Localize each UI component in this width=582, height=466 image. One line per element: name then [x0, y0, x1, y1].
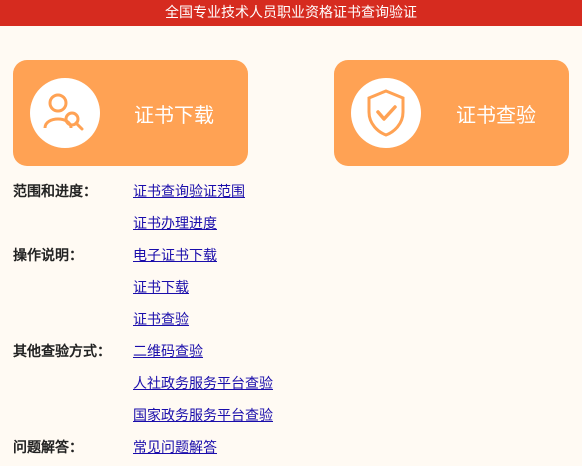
list-item: 国家政务服务平台查验 — [13, 402, 573, 434]
page-header: 全国专业技术人员职业资格证书查询验证 — [0, 0, 582, 26]
section-label-operations: 操作说明： — [13, 248, 83, 264]
user-search-icon — [30, 78, 100, 148]
list-item: 范围和进度： 证书查询验证范围 — [13, 178, 573, 210]
certificate-verify-card[interactable]: 证书查验 — [334, 60, 569, 166]
list-item: 证书查验 — [13, 306, 573, 338]
list-item: 操作说明： 电子证书下载 — [13, 242, 573, 274]
section-label-faq: 问题解答： — [13, 440, 83, 456]
info-list: 范围和进度： 证书查询验证范围 证书办理进度 操作说明： 电子证书下载 证书下载… — [13, 178, 573, 466]
link-qrcode-verify[interactable]: 二维码查验 — [133, 341, 203, 361]
list-item: 问题解答： 常见问题解答 — [13, 434, 573, 466]
link-certificate-download[interactable]: 证书下载 — [133, 277, 189, 297]
certificate-download-label: 证书下载 — [134, 102, 214, 127]
certificate-download-card[interactable]: 证书下载 — [13, 60, 248, 166]
link-national-platform-verify[interactable]: 国家政务服务平台查验 — [133, 405, 273, 425]
link-certificate-verify[interactable]: 证书查验 — [133, 309, 189, 329]
section-label-other-methods: 其他查验方式： — [13, 344, 111, 360]
link-mohrss-platform-verify[interactable]: 人社政务服务平台查验 — [133, 373, 273, 393]
list-item: 证书办理进度 — [13, 210, 573, 242]
section-label-scope: 范围和进度： — [13, 184, 97, 200]
link-verify-scope[interactable]: 证书查询验证范围 — [133, 181, 245, 201]
shield-check-icon — [351, 78, 421, 148]
action-cards: 证书下载 证书查验 — [0, 26, 582, 166]
link-e-certificate-download[interactable]: 电子证书下载 — [133, 245, 217, 265]
list-item: 其他查验方式： 二维码查验 — [13, 338, 573, 370]
link-faq[interactable]: 常见问题解答 — [133, 437, 217, 457]
list-item: 证书下载 — [13, 274, 573, 306]
link-processing-progress[interactable]: 证书办理进度 — [133, 213, 217, 233]
page-title: 全国专业技术人员职业资格证书查询验证 — [165, 5, 417, 21]
list-item: 人社政务服务平台查验 — [13, 370, 573, 402]
certificate-verify-label: 证书查验 — [456, 102, 536, 127]
